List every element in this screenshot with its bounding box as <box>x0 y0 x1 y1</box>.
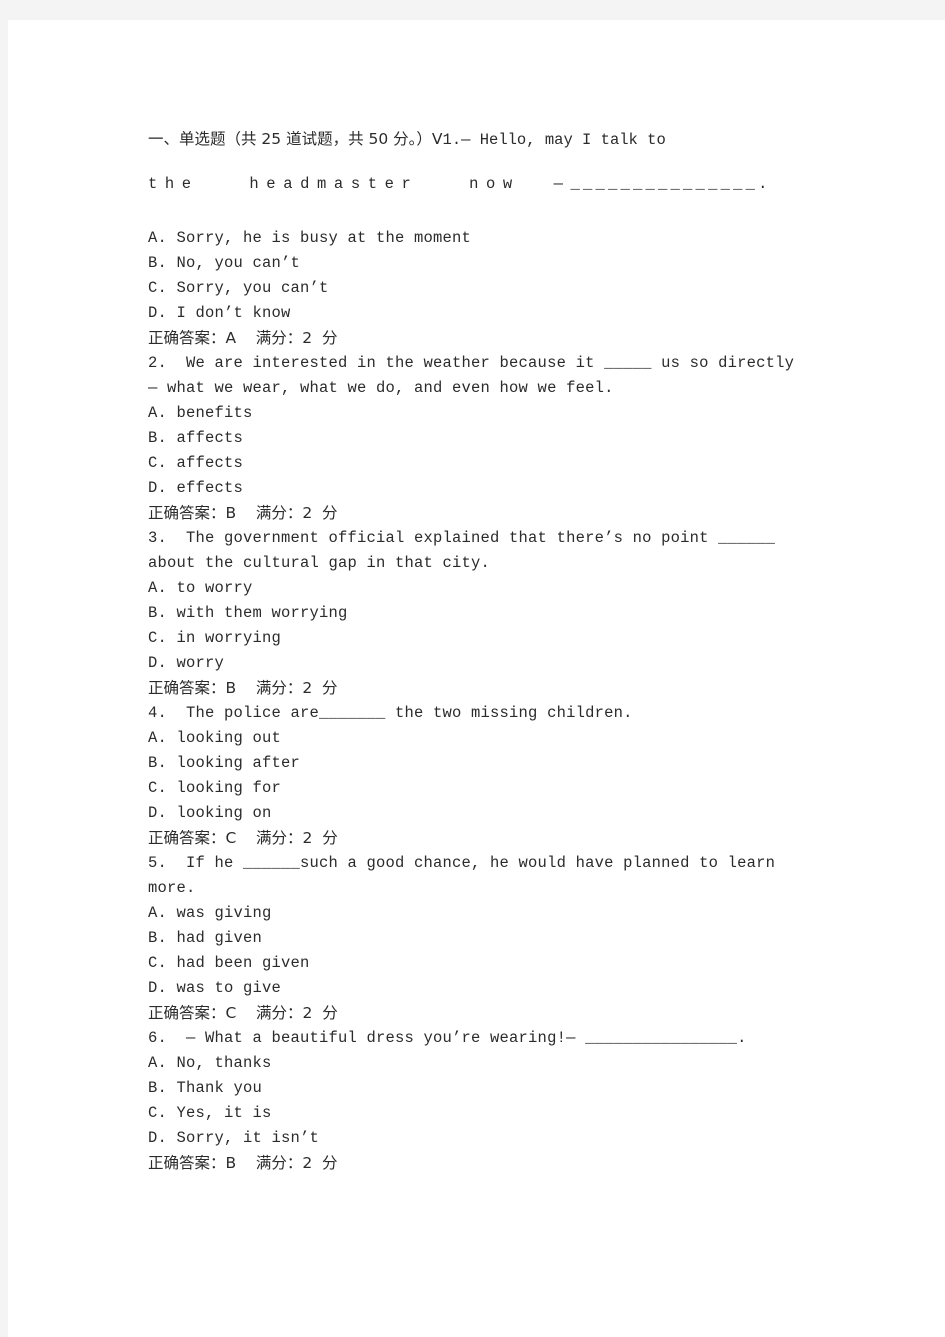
option-item: A. looking out <box>148 729 282 747</box>
question-1-stem-part2: the headmaster now — <box>148 175 571 193</box>
option-item: C. in worrying <box>148 629 282 647</box>
answer-line: 正确答案：B 满分：2 分 <box>148 679 338 697</box>
option-item: D. looking on <box>148 804 272 822</box>
option-item: D. Sorry, it isn’t <box>148 1129 320 1147</box>
question-stem-line: 2. We are interested in the weather beca… <box>148 354 795 372</box>
option-item: B. No, you can’t <box>148 254 301 272</box>
heading-spacer <box>148 204 828 226</box>
option-item: B. affects <box>148 429 244 447</box>
question-stem-line: about the cultural gap in that city. <box>148 554 491 572</box>
question-stem-line: more. <box>148 879 196 897</box>
question-stem-line: 3. The government official explained tha… <box>148 529 776 547</box>
option-item: C. Sorry, you can’t <box>148 279 329 297</box>
option-item: C. looking for <box>148 779 282 797</box>
question-1-number: 1. <box>442 131 462 149</box>
question-stem-line: 6. — What a beautiful dress you’re weari… <box>148 1029 747 1047</box>
option-item: A. was giving <box>148 904 272 922</box>
question-1-stem-part1: — Hello, may I talk to <box>461 131 666 149</box>
option-item: A. to worry <box>148 579 253 597</box>
section-heading-line: 一、单选题（共 25 道试题，共 50 分。）V1.— Hello, may I… <box>148 115 828 164</box>
answer-line: 正确答案：C 满分：2 分 <box>148 1004 338 1022</box>
option-item: D. worry <box>148 654 225 672</box>
answer-line: 正确答案：B 满分：2 分 <box>148 504 338 522</box>
question-stem-line: 5. If he ______such a good chance, he wo… <box>148 854 776 872</box>
answer-line: 正确答案：A 满分：2 分 <box>148 329 338 347</box>
option-item: A. benefits <box>148 404 253 422</box>
option-item: B. looking after <box>148 754 301 772</box>
document-page: 一、单选题（共 25 道试题，共 50 分。）V1.— Hello, may I… <box>8 20 945 1337</box>
option-item: C. Yes, it is <box>148 1104 272 1122</box>
document-content: 一、单选题（共 25 道试题，共 50 分。）V1.— Hello, may I… <box>148 115 828 1176</box>
option-item: C. affects <box>148 454 244 472</box>
option-item: C. had been given <box>148 954 310 972</box>
option-item: B. Thank you <box>148 1079 263 1097</box>
section-heading-text: 一、单选题（共 25 道试题，共 50 分。）V <box>148 130 443 148</box>
option-item: D. I don’t know <box>148 304 291 322</box>
option-item: D. effects <box>148 479 244 497</box>
option-item: B. with them worrying <box>148 604 348 622</box>
question-1-blank: _______________. <box>570 175 771 193</box>
question-stem-line: 4. The police are_______ the two missing… <box>148 704 633 722</box>
option-item: D. was to give <box>148 979 282 997</box>
answer-line: 正确答案：B 满分：2 分 <box>148 1154 338 1172</box>
answer-line: 正确答案：C 满分：2 分 <box>148 829 338 847</box>
option-item: A. Sorry, he is busy at the moment <box>148 229 472 247</box>
question-1-stem-wrap: the headmaster now —_______________. <box>148 164 828 204</box>
question-stem-line: — what we wear, what we do, and even how… <box>148 379 614 397</box>
option-item: A. No, thanks <box>148 1054 272 1072</box>
option-item: B. had given <box>148 929 263 947</box>
